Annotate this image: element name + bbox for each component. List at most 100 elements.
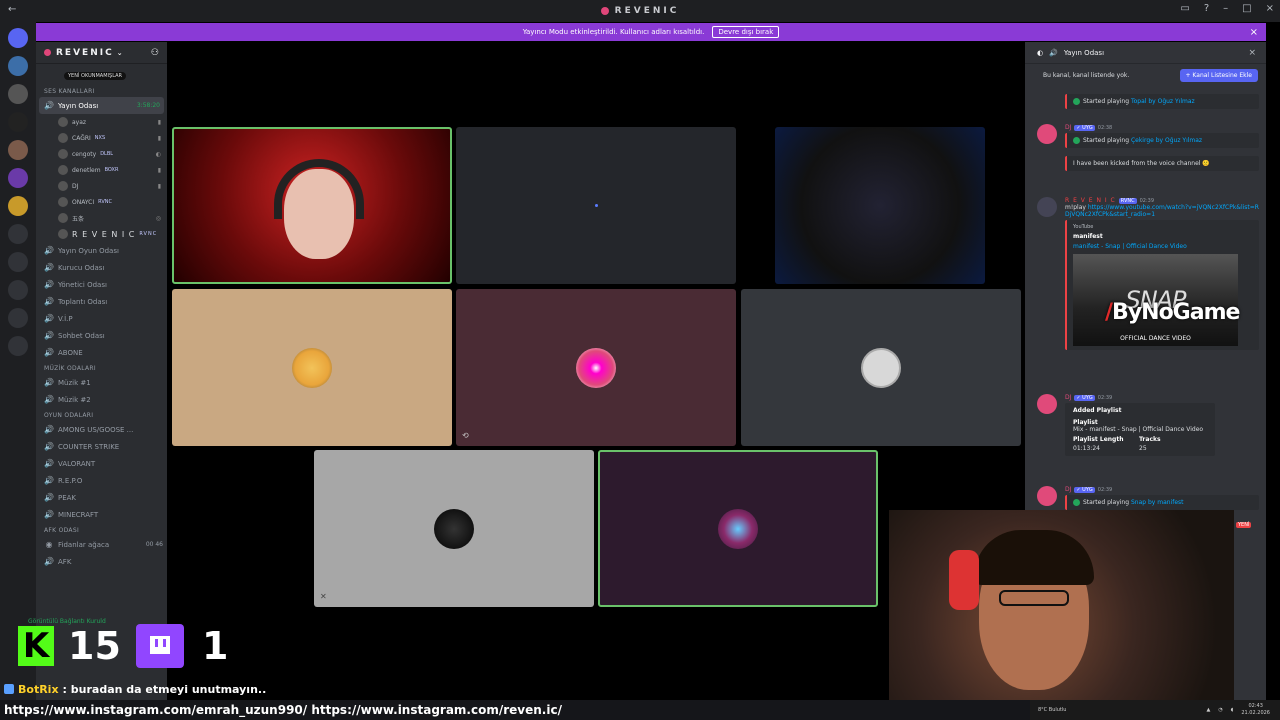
back-arrow-icon[interactable]: ← (8, 4, 16, 15)
timestamp: 02:39 (1097, 487, 1113, 493)
server-icon[interactable] (8, 140, 28, 160)
video-tile[interactable] (172, 127, 452, 284)
chat-message: : buradan da etmeyi unutmayın.. (62, 682, 267, 696)
channel-item[interactable]: 🔊 COUNTER STRIKE (36, 438, 167, 455)
video-tile[interactable] (172, 289, 452, 446)
video-tile[interactable]: ⟲ (456, 289, 736, 446)
server-icon[interactable] (8, 168, 28, 188)
info-text: Bu kanal, kanal listende yok. (1043, 71, 1130, 79)
channel-item[interactable]: 🔊 Kurucu Odası (36, 259, 167, 276)
server-logo-icon (44, 49, 51, 56)
voice-user[interactable]: R E V E N I C RVNC (36, 226, 167, 242)
channel-item[interactable]: 🔊 Toplantı Odası (36, 293, 167, 310)
camera-icon: ▮ (157, 134, 161, 142)
channel-item[interactable]: 🔊 VALORANT (36, 455, 167, 472)
author-name[interactable]: DJ (1065, 124, 1071, 131)
help-icon[interactable]: ? (1204, 3, 1209, 14)
embed: Started playing Snap by manifest (1065, 495, 1259, 510)
channel-item[interactable]: 🔊 Yönetici Odası (36, 276, 167, 293)
channel-item[interactable]: 🔊 PEAK (36, 489, 167, 506)
command-text: m!play (1065, 204, 1086, 211)
voice-user[interactable]: cengoty DLBL ◐ (36, 146, 167, 162)
message: R E V E N I C RVNC 02:39 m!play https://ww… (1037, 197, 1259, 350)
person-add-icon[interactable]: ⚇ (151, 48, 161, 58)
channel-label: Yayın Oyun Odası (58, 246, 119, 255)
channel-label: R.E.P.O (58, 476, 83, 485)
channel-item[interactable]: 🔊 ABONE (36, 344, 167, 361)
close-panel-icon[interactable]: × (1248, 48, 1256, 58)
voice-user[interactable]: CAĞRI NXS ▮ (36, 130, 167, 146)
avatar (58, 229, 68, 239)
app-tag: ✓ UYG (1074, 487, 1095, 493)
channel-label: AMONG US/GOOSE ... (58, 425, 134, 434)
song-link[interactable]: Çekirge by Oğuz Yılmaz (1131, 137, 1202, 144)
author-name[interactable]: DJ (1065, 394, 1071, 401)
category-afk[interactable]: AFK ODASI (36, 523, 167, 536)
message: Started playing Topal by Oğuz Yılmaz (1037, 92, 1259, 109)
add-server-icon[interactable] (8, 308, 28, 328)
category-voice[interactable]: SES KANALLARI (36, 84, 167, 97)
video-tile[interactable] (741, 289, 1021, 446)
song-link[interactable]: Snap by manifest (1131, 499, 1184, 506)
category-music[interactable]: MÜZİK ODALARI (36, 361, 167, 374)
user-name: denetlem (72, 166, 101, 174)
add-to-list-button[interactable]: + Kanal Listesine Ekle (1179, 68, 1258, 82)
clock[interactable]: 02:43 21.02.2026 (1241, 703, 1270, 717)
video-author[interactable]: manifest (1073, 233, 1253, 240)
channel-item[interactable]: 🔊 Sohbet Odası (36, 327, 167, 344)
voice-user[interactable]: ayaz ▮ (36, 114, 167, 130)
server-icon[interactable] (8, 112, 28, 132)
speaker-icon: 🔊 (44, 395, 54, 404)
video-tile[interactable] (456, 127, 736, 284)
voice-user[interactable]: DJ ▮ (36, 178, 167, 194)
server-icon[interactable] (8, 84, 28, 104)
channel-yayin-odasi[interactable]: 🔊 Yayın Odası 3:58:20 (39, 97, 164, 114)
song-link[interactable]: Topal by Oğuz Yılmaz (1131, 98, 1195, 105)
explore-icon[interactable] (8, 336, 28, 356)
channel-item[interactable]: 🔊 MINECRAFT (36, 506, 167, 523)
channel-item[interactable]: 🔊 Müzik #2 (36, 391, 167, 408)
youtube-link[interactable]: https://www.youtube.com/watch?v=jVQNc2Xf… (1065, 204, 1259, 218)
server-icon[interactable] (8, 252, 28, 272)
weather-widget[interactable]: 8°C Bulutlu (1038, 707, 1066, 713)
video-tile[interactable] (775, 127, 985, 284)
server-icon[interactable] (8, 224, 28, 244)
close-banner-icon[interactable]: × (1250, 27, 1258, 38)
voice-user[interactable]: 五条 ◎ (36, 210, 167, 226)
close-window-button[interactable]: × (1266, 3, 1274, 14)
channel-item[interactable]: ◉ Fidanlar ağaca 00 46 (36, 536, 167, 553)
category-games[interactable]: OYUN ODALARI (36, 408, 167, 421)
voice-user[interactable]: ONAYCI RVNC (36, 194, 167, 210)
tray-icon[interactable]: ▲ (1206, 707, 1210, 713)
video-tile[interactable]: ✕ (314, 450, 594, 607)
maximize-button[interactable]: □ (1242, 3, 1251, 14)
channel-item[interactable]: 🔊 V.İ.P (36, 310, 167, 327)
video-title[interactable]: manifest - Snap | Official Dance Video (1073, 243, 1253, 250)
channel-item[interactable]: 🔊 Yayın Oyun Odası (36, 242, 167, 259)
channel-item[interactable]: 🔊 AFK (36, 553, 167, 570)
minimize-button[interactable]: – (1223, 3, 1228, 14)
server-header[interactable]: REVENIC ⌄ ⚇ (36, 42, 167, 64)
channel-label: Toplantı Odası (58, 297, 108, 306)
server-icon[interactable] (8, 280, 28, 300)
server-icon[interactable] (8, 56, 28, 76)
channel-item[interactable]: 🔊 AMONG US/GOOSE ... (36, 421, 167, 438)
wifi-icon[interactable]: ◔ (1218, 707, 1222, 713)
channel-item[interactable]: 🔊 R.E.P.O (36, 472, 167, 489)
channel-info: Bu kanal, kanal listende yok. + Kanal Li… (1025, 64, 1266, 86)
channel-label: AFK (58, 557, 72, 566)
user-tag: BOXR (104, 167, 119, 173)
channel-item[interactable]: 🔊 Müzik #1 (36, 374, 167, 391)
speaker-icon: 🔊 (44, 263, 54, 272)
author-name[interactable]: DJ (1065, 486, 1071, 493)
direct-messages-icon[interactable] (8, 28, 28, 48)
inbox-icon[interactable]: ▭ (1180, 3, 1189, 14)
avatar (1037, 394, 1057, 414)
server-icon[interactable] (8, 196, 28, 216)
volume-icon[interactable]: ◖ (1231, 707, 1234, 713)
new-unreads-badge[interactable]: YENİ OKUNMAMIŞLAR (64, 72, 126, 80)
voice-user[interactable]: denetlem BOXR ▮ (36, 162, 167, 178)
author-name[interactable]: R E V E N I C (1065, 197, 1116, 204)
video-tile[interactable] (598, 450, 878, 607)
disable-button[interactable]: Devre dışı bırak (712, 26, 780, 38)
